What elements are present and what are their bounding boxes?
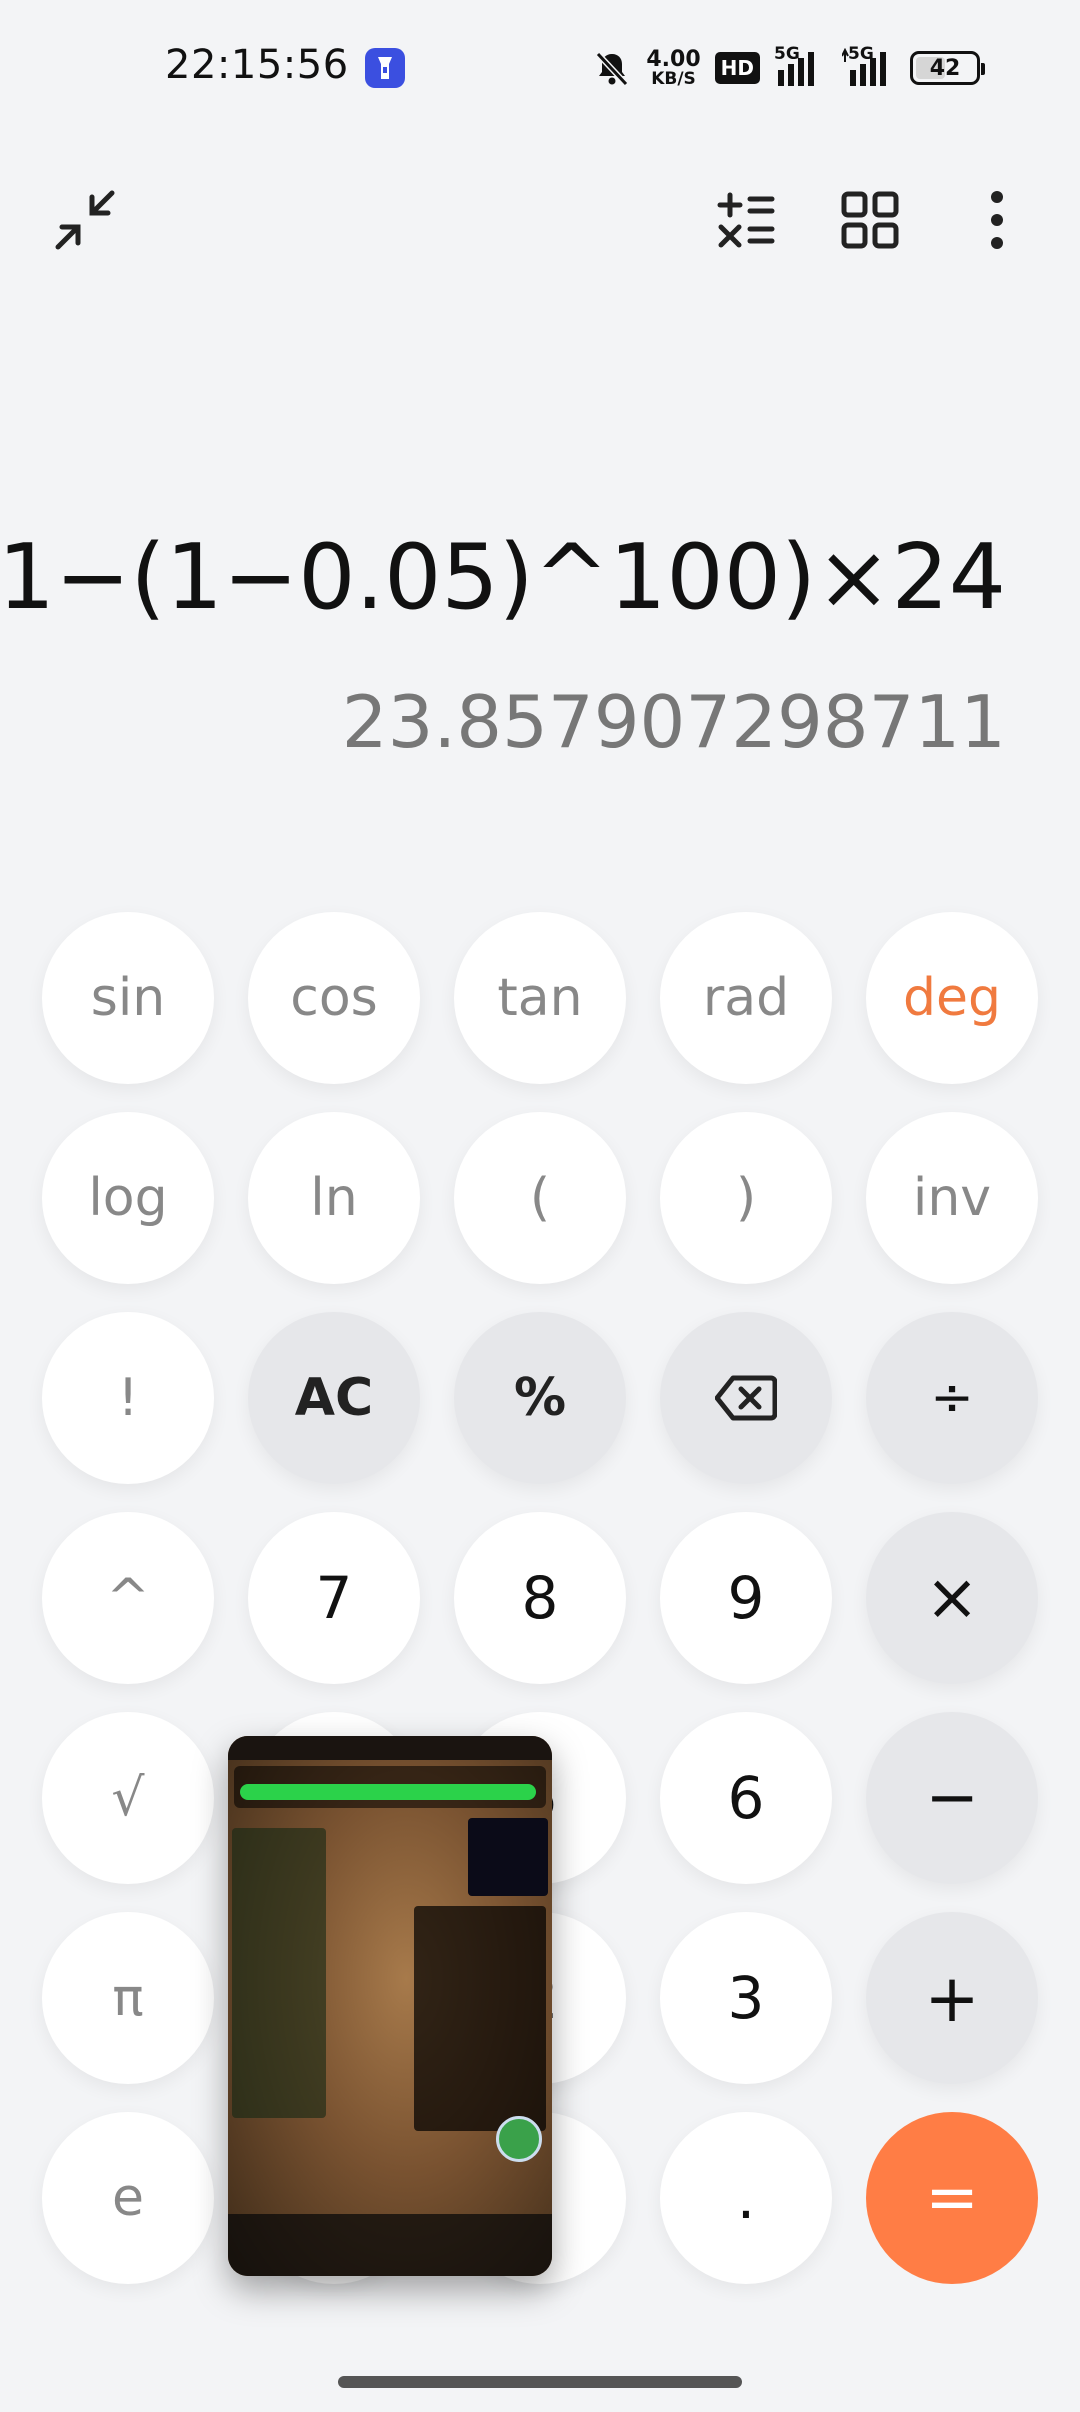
close-paren-key[interactable]: ) [660,1112,832,1284]
game-top-bar [228,1736,552,1760]
network-speed: 4.00 KB/S [646,46,701,89]
digit-7-key[interactable]: 7 [248,1512,420,1684]
minimize-button[interactable] [50,185,120,255]
digit-6-key[interactable]: 6 [660,1712,832,1884]
game-stats-panel [414,1906,546,2131]
euler-key[interactable]: e [42,2112,214,2284]
more-options-button[interactable] [962,185,1032,255]
hd-badge: HD [714,52,760,84]
deg-key[interactable]: deg [866,912,1038,1084]
plus-key[interactable]: + [866,1912,1038,2084]
divide-key[interactable]: ÷ [866,1312,1038,1484]
signal-icon-sim2: 5G [842,44,896,88]
flashlight-icon [365,48,405,88]
game-hp-bar [240,1784,536,1800]
converter-button[interactable] [835,185,905,255]
minimize-arrows-icon [55,190,115,250]
tan-key[interactable]: tan [454,912,626,1084]
sin-key[interactable]: sin [42,912,214,1084]
plus-minus-list-icon [717,192,775,248]
battery-icon: 42 [910,51,985,85]
more-vertical-icon [991,191,1003,249]
grid-icon [841,191,899,249]
status-bar: 22:15:56 4.00 KB/S HD 5G 5G 42 [0,0,1080,136]
open-paren-key[interactable]: ( [454,1112,626,1284]
cos-key[interactable]: cos [248,912,420,1084]
rad-key[interactable]: rad [660,912,832,1084]
floating-game-window[interactable] [228,1736,552,2276]
game-minimap [468,1818,548,1896]
mute-bell-icon [596,51,629,87]
factorial-key[interactable]: ! [42,1312,214,1484]
backspace-icon [715,1375,777,1421]
digit-3-key[interactable]: 3 [660,1912,832,2084]
log-key[interactable]: log [42,1112,214,1284]
minus-key[interactable]: − [866,1712,1038,1884]
multiply-key[interactable]: × [866,1512,1038,1684]
signal-icon-sim1: 5G [774,44,828,88]
pi-key[interactable]: π [42,1912,214,2084]
equals-key[interactable]: = [866,2112,1038,2284]
history-button[interactable] [710,185,780,255]
backspace-key[interactable] [660,1312,832,1484]
power-key[interactable]: ^ [42,1512,214,1684]
sqrt-key[interactable]: √ [42,1712,214,1884]
decimal-key[interactable]: . [660,2112,832,2284]
all-clear-key[interactable]: AC [248,1312,420,1484]
status-time: 22:15:56 [165,42,349,88]
result-display: 23.857907298711 [341,680,1006,764]
battery-level: 42 [929,56,961,81]
digit-9-key[interactable]: 9 [660,1512,832,1684]
status-icons: 4.00 KB/S HD 5G 5G 42 [592,40,985,96]
game-task-panel [232,1828,326,2118]
game-bottom-menu [228,2214,552,2276]
inv-key[interactable]: inv [866,1112,1038,1284]
sword-icon[interactable] [496,2116,542,2162]
ln-key[interactable]: ln [248,1112,420,1284]
percent-key[interactable]: % [454,1312,626,1484]
home-indicator[interactable] [338,2376,742,2388]
digit-8-key[interactable]: 8 [454,1512,626,1684]
expression-display[interactable]: (1−(1−0.05)^100)×24 [0,525,1006,630]
net-speed-unit: KB/S [651,68,696,89]
net-speed-value: 4.00 [646,46,701,72]
